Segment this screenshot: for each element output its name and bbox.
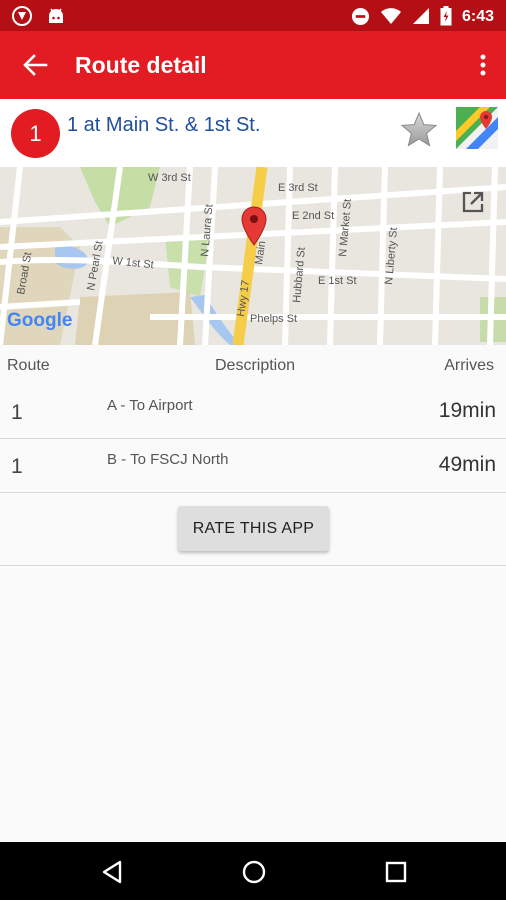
row-arrives: 49min bbox=[438, 453, 496, 476]
nav-home-icon[interactable] bbox=[240, 858, 268, 886]
table-row[interactable]: 1 A - To Airport 19min bbox=[0, 385, 506, 439]
svg-text:Phelps St: Phelps St bbox=[250, 313, 297, 325]
star-icon[interactable] bbox=[400, 111, 438, 149]
do-not-disturb-icon bbox=[351, 7, 370, 25]
battery-icon bbox=[440, 6, 452, 26]
stop-number-badge: 1 bbox=[11, 109, 60, 158]
row-description: A - To Airport bbox=[107, 397, 193, 414]
android-notification-icon bbox=[49, 8, 63, 23]
arrow-back-icon[interactable] bbox=[20, 51, 50, 79]
status-bar: 6:43 bbox=[0, 0, 506, 31]
status-time: 6:43 bbox=[461, 7, 494, 25]
table-row[interactable]: 1 B - To FSCJ North 49min bbox=[0, 439, 506, 493]
google-attribution: Google bbox=[7, 310, 73, 331]
open-external-icon[interactable] bbox=[460, 189, 486, 215]
signal-icon bbox=[412, 8, 429, 24]
row-arrives: 19min bbox=[438, 399, 496, 422]
shield-notification-icon bbox=[12, 6, 32, 26]
overflow-menu-icon[interactable] bbox=[478, 51, 488, 79]
map-view[interactable]: W 3rd St E 3rd St E 2nd St W 1st St E 1s… bbox=[0, 167, 506, 345]
header-arrives: Arrives bbox=[444, 357, 494, 374]
rate-app-button[interactable]: RATE THIS APP bbox=[178, 506, 329, 551]
row-route: 1 bbox=[11, 455, 23, 478]
google-maps-icon[interactable] bbox=[456, 107, 498, 149]
svg-text:E 1st St: E 1st St bbox=[318, 275, 357, 287]
stop-header: 1 1 at Main St. & 1st St. bbox=[0, 99, 506, 167]
header-route: Route bbox=[7, 357, 50, 374]
svg-text:W 3rd St: W 3rd St bbox=[148, 172, 191, 184]
table-header: Route Description Arrives bbox=[0, 345, 506, 385]
page-title: Route detail bbox=[75, 52, 207, 78]
nav-back-icon[interactable] bbox=[98, 858, 126, 886]
rate-section: RATE THIS APP bbox=[0, 492, 506, 566]
row-description: B - To FSCJ North bbox=[107, 451, 229, 468]
nav-recents-icon[interactable] bbox=[382, 858, 410, 886]
svg-text:E 2nd St: E 2nd St bbox=[292, 210, 334, 222]
app-bar: Route detail bbox=[0, 31, 506, 99]
system-nav-bar bbox=[0, 842, 506, 900]
wifi-icon bbox=[380, 8, 401, 24]
row-route: 1 bbox=[11, 401, 23, 424]
stop-name: 1 at Main St. & 1st St. bbox=[67, 114, 261, 136]
arrivals-table: Route Description Arrives 1 A - To Airpo… bbox=[0, 345, 506, 493]
svg-text:E 3rd St: E 3rd St bbox=[278, 182, 318, 194]
header-description: Description bbox=[215, 357, 296, 374]
